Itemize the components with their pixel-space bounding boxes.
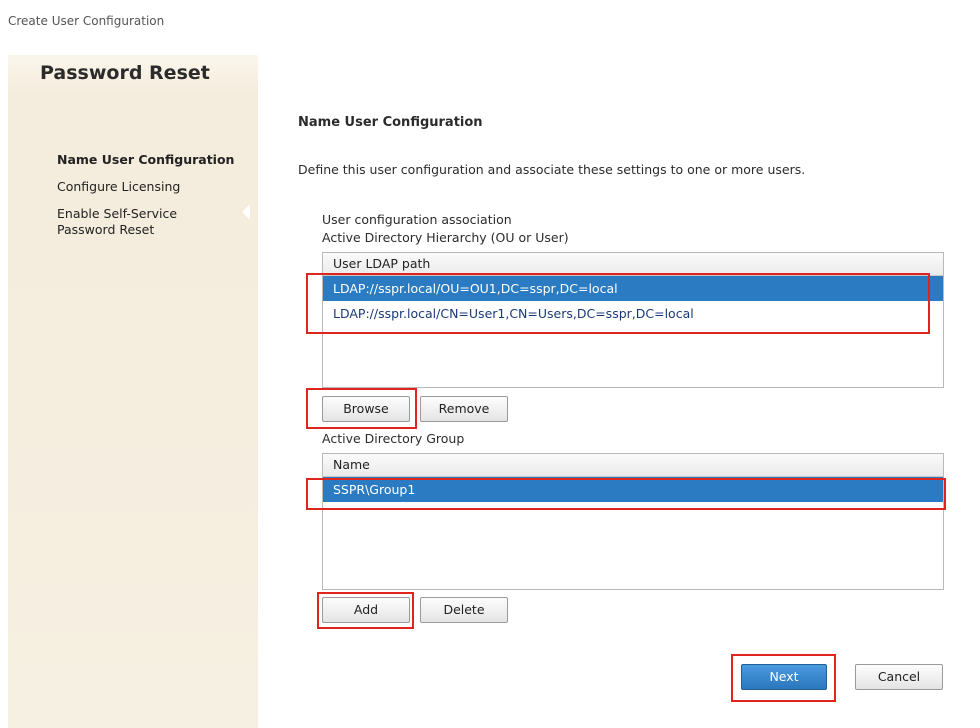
main-content — [258, 55, 980, 728]
ldap-path-column-header[interactable]: User LDAP path — [323, 253, 943, 276]
step-name-user-configuration[interactable]: Name User Configuration — [57, 152, 247, 168]
group-row[interactable]: SSPR\Group1 — [323, 477, 943, 502]
ldap-path-row[interactable]: LDAP://sspr.local/OU=OU1,DC=sspr,DC=loca… — [323, 276, 943, 301]
active-step-pointer-icon — [242, 204, 250, 220]
ad-hierarchy-label: Active Directory Hierarchy (OU or User) — [322, 230, 569, 245]
ad-group-list[interactable]: Name SSPR\Group1 — [322, 453, 944, 590]
remove-button[interactable]: Remove — [420, 396, 508, 422]
ldap-path-row[interactable]: LDAP://sspr.local/CN=User1,CN=Users,DC=s… — [323, 301, 943, 326]
section-title: Name User Configuration — [298, 115, 483, 130]
window-title: Create User Configuration — [8, 14, 165, 28]
section-description: Define this user configuration and assoc… — [298, 162, 806, 177]
cancel-button[interactable]: Cancel — [855, 664, 943, 690]
association-label: User configuration association — [322, 212, 512, 227]
group-name-column-header[interactable]: Name — [323, 454, 943, 477]
wizard-steps: Name User Configuration Configure Licens… — [57, 152, 247, 249]
next-button[interactable]: Next — [741, 664, 827, 690]
delete-button[interactable]: Delete — [420, 597, 508, 623]
step-enable-self-service-password-reset[interactable]: Enable Self-Service Password Reset — [57, 206, 207, 238]
browse-button[interactable]: Browse — [322, 396, 410, 422]
sidebar-title: Password Reset — [40, 62, 210, 84]
add-button[interactable]: Add — [322, 597, 410, 623]
ldap-path-list[interactable]: User LDAP path LDAP://sspr.local/OU=OU1,… — [322, 252, 944, 388]
ad-group-label: Active Directory Group — [322, 431, 465, 446]
step-configure-licensing[interactable]: Configure Licensing — [57, 179, 247, 195]
